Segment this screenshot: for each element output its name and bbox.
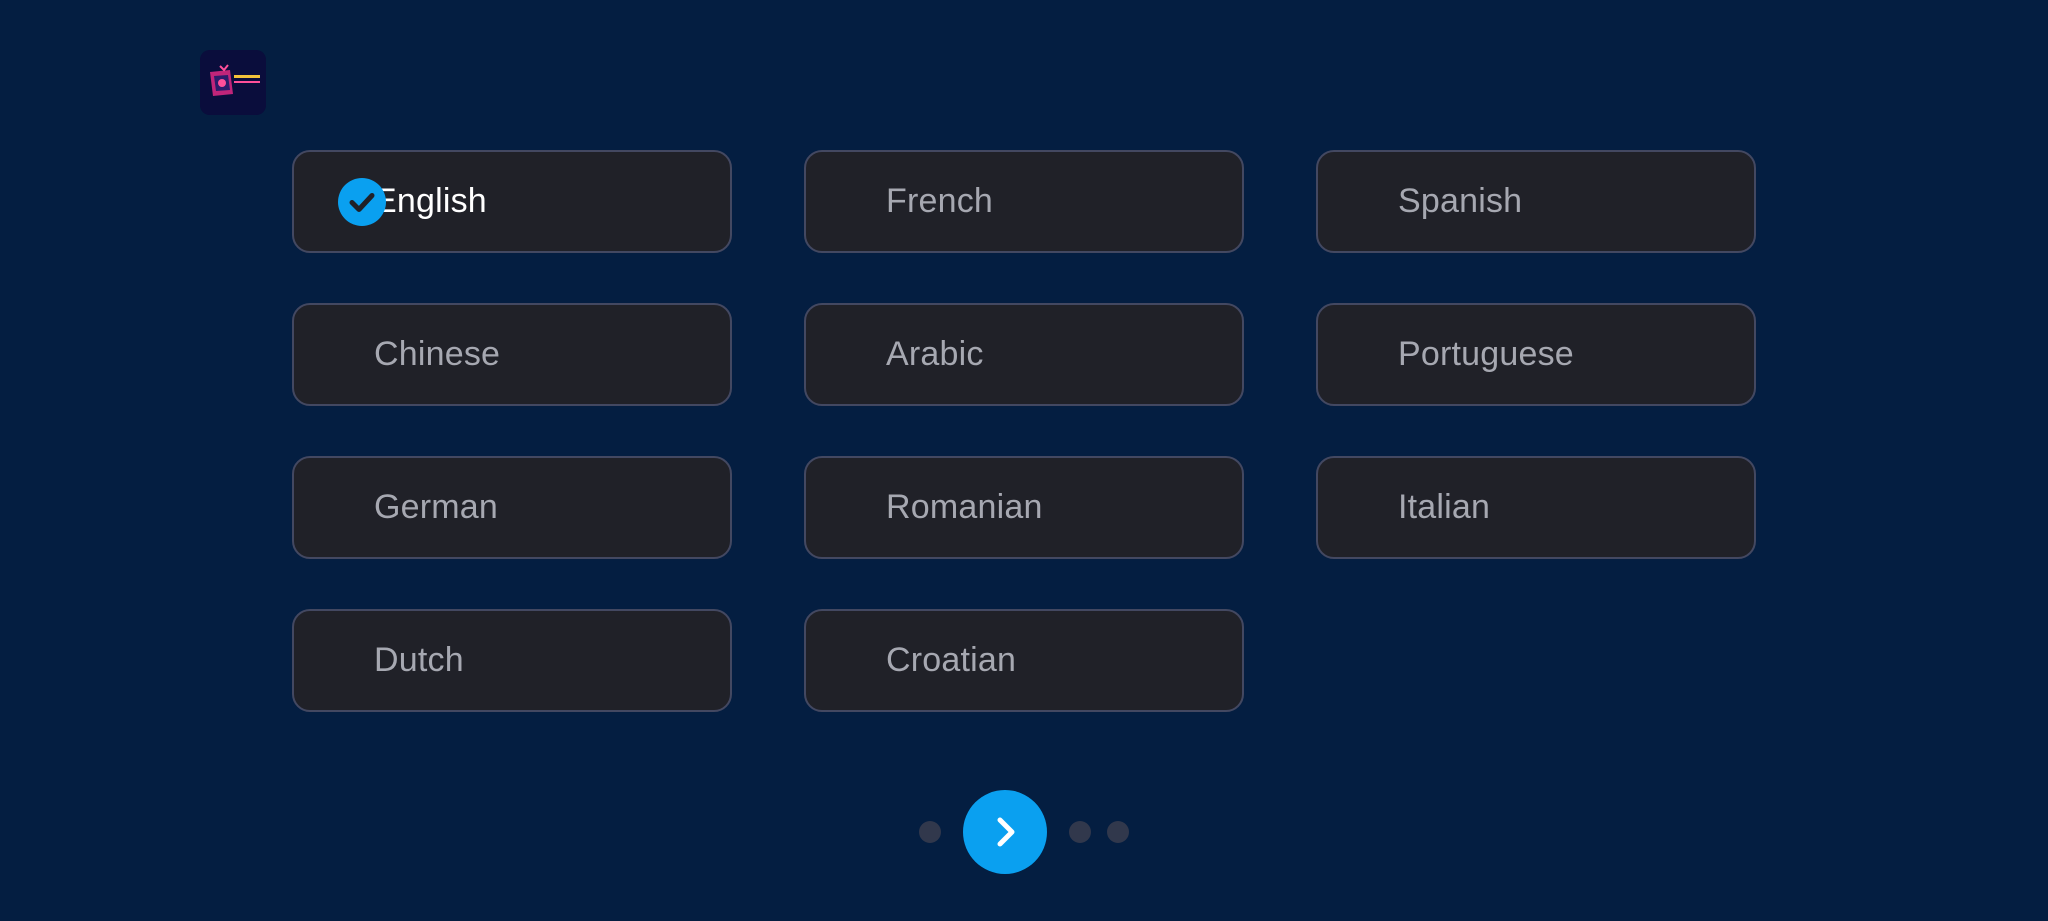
page-dot (919, 821, 941, 843)
language-option-italian[interactable]: Italian (1316, 456, 1756, 559)
language-label: Spanish (1398, 182, 1523, 220)
language-option-croatian[interactable]: Croatian (804, 609, 1244, 712)
language-label: Romanian (886, 488, 1043, 526)
language-option-german[interactable]: German (292, 456, 732, 559)
next-button[interactable] (963, 790, 1047, 874)
language-label: German (374, 488, 499, 526)
language-option-spanish[interactable]: Spanish (1316, 150, 1756, 253)
language-option-french[interactable]: French (804, 150, 1244, 253)
language-label: Chinese (374, 335, 501, 373)
language-option-arabic[interactable]: Arabic (804, 303, 1244, 406)
language-option-portuguese[interactable]: Portuguese (1316, 303, 1756, 406)
language-option-romanian[interactable]: Romanian (804, 456, 1244, 559)
language-option-english[interactable]: English (292, 150, 732, 253)
language-label: Croatian (886, 641, 1017, 679)
language-label: English (374, 182, 487, 220)
language-label: Dutch (374, 641, 464, 679)
language-selection-screen: English French Spanish Chinese Arabic Po… (0, 0, 2048, 921)
language-grid: English French Spanish Chinese Arabic Po… (292, 150, 1756, 712)
app-logo (200, 50, 266, 115)
tv-logo-icon (200, 50, 266, 115)
chevron-right-icon (997, 817, 1015, 847)
language-option-dutch[interactable]: Dutch (292, 609, 732, 712)
language-label: French (886, 182, 994, 220)
language-label: Portuguese (1398, 335, 1574, 373)
page-dot (1069, 821, 1091, 843)
page-indicator (0, 790, 2048, 874)
check-circle-icon (338, 177, 386, 226)
language-label: Italian (1398, 488, 1491, 526)
language-option-chinese[interactable]: Chinese (292, 303, 732, 406)
page-dot (1107, 821, 1129, 843)
language-label: Arabic (886, 335, 984, 373)
